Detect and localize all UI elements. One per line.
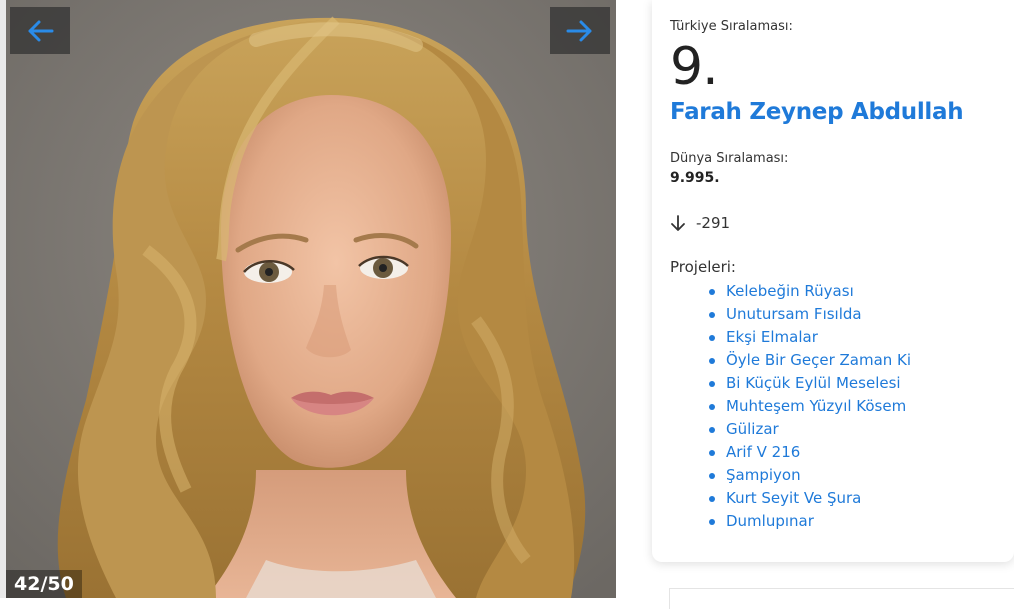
project-link[interactable]: Öyle Bir Geçer Zaman Ki (709, 349, 1014, 372)
project-link[interactable]: Unutursam Fısılda (709, 303, 1014, 326)
person-name-link[interactable]: Farah Zeynep Abdullah (670, 97, 964, 127)
rank-change-value: -291 (696, 214, 731, 232)
arrow-left-icon (28, 20, 54, 41)
rank-change: -291 (670, 214, 1014, 232)
previous-photo-button[interactable] (10, 7, 70, 54)
arrow-right-icon (566, 20, 592, 41)
project-link[interactable]: Muhteşem Yüzyıl Kösem (709, 395, 1014, 418)
next-photo-button[interactable] (550, 7, 610, 54)
project-link[interactable]: Gülizar (709, 418, 1014, 441)
project-link[interactable]: Kurt Seyit Ve Şura (709, 487, 1014, 510)
project-link[interactable]: Bi Küçük Eylül Meselesi (709, 372, 1014, 395)
turkey-rank-value: 9. (670, 37, 719, 97)
arrow-down-icon (671, 215, 685, 231)
world-rank-label: Dünya Sıralaması: (670, 151, 789, 166)
project-link[interactable]: Dumlupınar (709, 510, 1014, 533)
photo-counter: 42/50 (6, 570, 82, 598)
project-link[interactable]: Ekşi Elmalar (709, 326, 1014, 349)
project-link[interactable]: Arif V 216 (709, 441, 1014, 464)
turkey-rank-label: Türkiye Sıralaması: (670, 19, 793, 34)
projects-list: Kelebeğin Rüyası Unutursam Fısılda Ekşi … (670, 280, 1014, 533)
profile-content: Türkiye Sıralaması: 9. Farah Zeynep Abdu… (670, 18, 1014, 533)
next-card-edge (669, 588, 1014, 609)
photo-gallery: 42/50 (0, 0, 616, 598)
project-link[interactable]: Kelebeğin Rüyası (709, 280, 1014, 303)
world-rank-value: 9.995. (670, 170, 720, 186)
projects-label: Projeleri: (670, 258, 736, 276)
profile-card: Türkiye Sıralaması: 9. Farah Zeynep Abdu… (652, 0, 1014, 562)
portrait-photo (6, 0, 616, 598)
project-link[interactable]: Şampiyon (709, 464, 1014, 487)
